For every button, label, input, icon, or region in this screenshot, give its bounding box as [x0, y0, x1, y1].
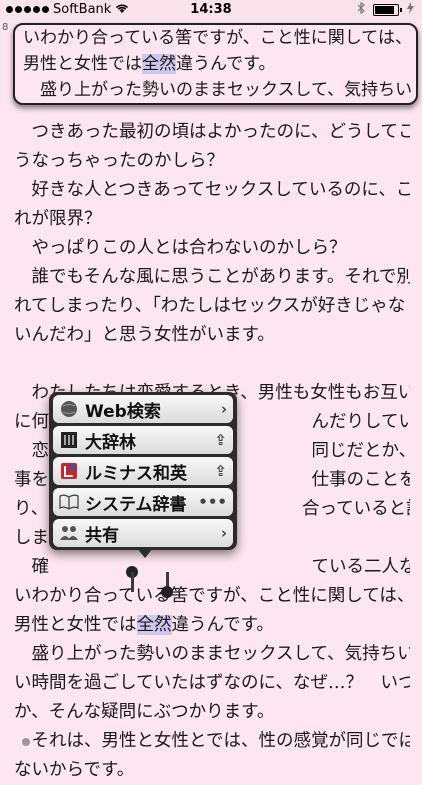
book-line: いわかり合っている筈ですが、こと性に関しては、 — [14, 586, 410, 606]
chevron-right-icon: › — [220, 400, 227, 418]
lookup-menu: Web検索 › 大辞林 ⇪ ルミナス和英 ⇪ システム辞書 ••• 共有 › — [49, 392, 237, 550]
status-bar: SoftBank 14:38 — [0, 0, 422, 20]
book-icon — [59, 492, 79, 512]
people-icon — [59, 523, 79, 543]
book-line: 確 ている二人なら、お互 — [31, 557, 410, 577]
menu-item-0[interactable]: Web検索 › — [53, 395, 233, 423]
book-line: れが限界？ — [14, 209, 102, 229]
menu-item-label: ルミナス和英 — [85, 463, 187, 484]
selected-text[interactable]: 全然 — [142, 54, 176, 74]
menu-item-4[interactable]: 共有 › — [53, 519, 233, 547]
selection-start-handle[interactable] — [131, 572, 134, 592]
book-line: うなっちゃったのかしら？ — [14, 151, 224, 171]
daijirin-dictionary-icon — [59, 430, 79, 450]
menu-item-1[interactable]: 大辞林 ⇪ — [53, 426, 233, 454]
book-line: つきあった最初の頃はよかったのに、どうしてこ — [14, 122, 410, 142]
menu-item-label: 大辞林 — [85, 432, 136, 453]
luminous-dictionary-icon — [59, 461, 79, 481]
globe-icon — [59, 399, 79, 419]
book-line: それは、男性と女性とでは、性の感覚が同じでは — [14, 731, 410, 751]
menu-item-label: Web検索 — [85, 401, 161, 422]
book-line: いんだわ」と思う女性がいます。 — [14, 325, 275, 345]
book-line: ないからです。 — [14, 760, 135, 780]
book-line: 盛り上がった勢いのままセックスして、気持ちい — [14, 644, 410, 664]
selected-text[interactable]: 全然 — [136, 615, 172, 635]
charging-icon — [407, 2, 414, 18]
book-line: い時間を過ごしていたはずなのに、なぜ…？ いつ — [14, 673, 410, 693]
status-right — [357, 1, 414, 18]
menu-item-2[interactable]: ルミナス和英 ⇪ — [53, 457, 233, 485]
more-icon: ••• — [198, 493, 227, 511]
magnifier-line: いわかり合っている筈ですが、こと性に関しては、 — [23, 28, 412, 48]
book-line: 誰でもそんな風に思うことがあります。それで別 — [14, 267, 410, 287]
book-line: 男性と女性では全然違うんです。 — [14, 615, 274, 635]
share-icon: ⇪ — [214, 431, 227, 449]
selection-magnifier: いわかり合っている筈ですが、こと性に関しては、 男性と女性では全然違うんです。 盛… — [13, 23, 418, 105]
magnifier-line: 盛り上がった勢いのままセックスして、気持ちい — [23, 80, 413, 100]
location-indicator-icon — [22, 738, 30, 746]
book-line: やっぱりこの人とは合わないのかしら？ — [14, 238, 347, 258]
chevron-right-icon: › — [220, 524, 227, 542]
book-line: 好きな人とつきあってセックスしているのに、こ — [14, 180, 410, 200]
menu-item-label: システム辞書 — [85, 494, 187, 515]
battery-fill — [375, 6, 394, 14]
menu-item-label: 共有 — [85, 525, 119, 546]
share-icon: ⇪ — [214, 462, 227, 480]
book-line: れてしまったり、「わたしはセックスが好きじゃな — [14, 296, 406, 316]
menu-item-3[interactable]: システム辞書 ••• — [53, 488, 233, 516]
book-line: か、そんな疑問にぶつかります。 — [14, 702, 275, 722]
selection-end-knob[interactable] — [161, 586, 173, 598]
menu-pointer — [137, 548, 153, 558]
battery-icon — [373, 4, 402, 16]
page-edge-char: 8 — [2, 22, 9, 33]
bluetooth-icon — [357, 1, 365, 18]
magnifier-line: 男性と女性では全然違うんです。 — [23, 54, 276, 74]
book-line — [14, 350, 410, 379]
